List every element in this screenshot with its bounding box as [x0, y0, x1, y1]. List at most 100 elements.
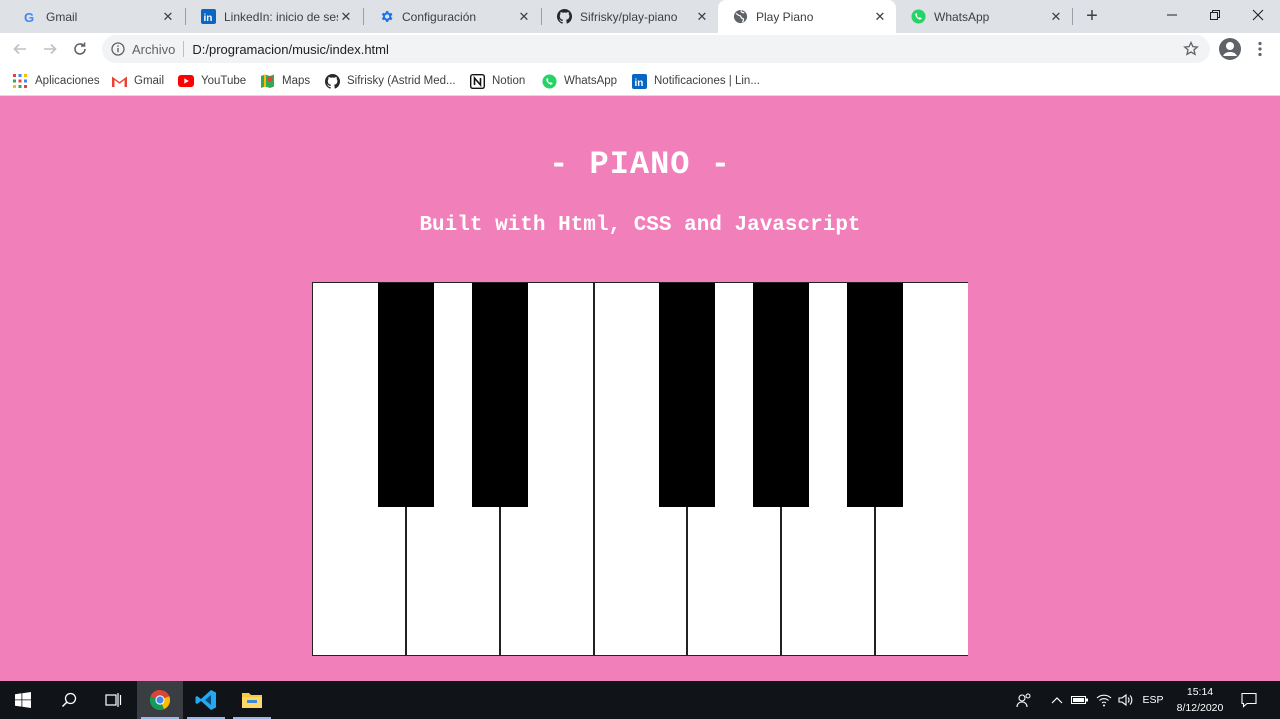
vscode-icon	[195, 690, 216, 710]
url-text[interactable]: D:/programacion/music/index.html	[192, 42, 389, 57]
close-icon[interactable]: ✕	[1048, 9, 1064, 25]
black-key[interactable]	[378, 283, 434, 507]
restore-icon	[1210, 10, 1220, 20]
bookmark-sifrisky[interactable]: Sifrisky (Astrid Med...	[324, 71, 456, 91]
browser-menu-button[interactable]	[1250, 37, 1270, 61]
bookmark-star-icon[interactable]	[1182, 40, 1200, 58]
bookmark-label: YouTube	[201, 75, 247, 87]
start-button[interactable]	[0, 681, 46, 719]
tab-title: Sifrisky/play-piano	[580, 9, 678, 24]
bookmark-notion[interactable]: Notion	[469, 71, 525, 91]
taskbar-file-explorer[interactable]	[229, 681, 275, 719]
gear-icon	[378, 9, 394, 25]
bookmark-youtube[interactable]: YouTube	[178, 71, 246, 91]
tab-play-piano[interactable]: Play Piano ✕	[718, 0, 896, 33]
account-icon	[1219, 38, 1241, 60]
profile-avatar[interactable]	[1218, 37, 1242, 61]
notion-icon	[469, 73, 485, 89]
tab-title: LinkedIn: inicio de sesión	[224, 9, 338, 24]
forward-button[interactable]	[38, 37, 62, 61]
bookmark-label: Notion	[492, 75, 526, 87]
reload-icon	[74, 42, 86, 55]
linkedin-icon: in	[200, 9, 216, 25]
language-label: ESP	[1142, 694, 1164, 706]
file-explorer-icon	[242, 693, 262, 708]
page-content: - PIANO - Built with Html, CSS and Javas…	[0, 96, 1280, 681]
github-icon	[556, 9, 572, 25]
bookmark-whatsapp[interactable]: WhatsApp	[541, 71, 617, 91]
back-button[interactable]	[8, 37, 32, 61]
chrome-icon	[149, 689, 171, 711]
linkedin-icon: in	[631, 73, 647, 89]
volume-icon[interactable]	[1115, 681, 1137, 719]
info-icon[interactable]	[110, 41, 126, 57]
windows-start-icon	[15, 692, 31, 708]
people-icon[interactable]	[1012, 681, 1036, 719]
notification-center-icon[interactable]	[1236, 681, 1262, 719]
minimize-button[interactable]	[1149, 0, 1195, 30]
bookmark-label: Gmail	[134, 75, 165, 87]
tab-title: WhatsApp	[934, 9, 990, 24]
tab-linkedin[interactable]: in LinkedIn: inicio de sesión ✕	[186, 0, 362, 33]
youtube-icon	[178, 73, 194, 89]
scheme-label: Archivo	[132, 41, 176, 57]
system-clock[interactable]: 15:14 8/12/2020	[1168, 684, 1232, 716]
new-tab-button[interactable]: +	[1081, 5, 1103, 27]
black-key[interactable]	[847, 283, 903, 507]
clock-time: 15:14	[1186, 686, 1214, 698]
bookmark-maps[interactable]: Maps	[259, 71, 310, 91]
black-key[interactable]	[659, 283, 715, 507]
taskbar-search-button[interactable]	[46, 681, 92, 719]
battery-icon[interactable]	[1069, 681, 1091, 719]
github-icon	[324, 73, 340, 89]
close-icon[interactable]: ✕	[872, 9, 888, 25]
tab-github[interactable]: Sifrisky/play-piano ✕	[542, 0, 718, 33]
taskbar-vscode[interactable]	[183, 681, 229, 719]
bookmarks-bar: Aplicaciones Gmail YouTube Maps Sifrisky…	[0, 65, 1280, 96]
bookmark-label: Sifrisky (Astrid Med...	[347, 75, 456, 87]
google-icon: G	[22, 9, 38, 25]
whatsapp-icon	[910, 9, 926, 25]
svg-text:G: G	[24, 10, 34, 24]
piano-keyboard	[312, 282, 968, 656]
close-icon[interactable]: ✕	[338, 9, 354, 25]
restore-button[interactable]	[1192, 0, 1238, 30]
chevron-up-icon[interactable]	[1048, 681, 1066, 719]
bookmark-label: Notificaciones | Lin...	[654, 75, 760, 87]
tab-title: Gmail	[46, 9, 78, 24]
tab-gmail[interactable]: G Gmail ✕	[8, 0, 184, 33]
browser-tab-strip: G Gmail ✕ in LinkedIn: inicio de sesión …	[0, 0, 1280, 33]
address-bar[interactable]: Archivo D:/programacion/music/index.html	[102, 35, 1210, 63]
bookmark-linkedin[interactable]: in Notificaciones | Lin...	[631, 71, 760, 91]
tab-settings[interactable]: Configuración ✕	[364, 0, 540, 33]
maps-icon	[259, 73, 275, 89]
svg-text:in: in	[203, 13, 212, 24]
input-language[interactable]: ESP	[1139, 681, 1167, 719]
close-icon	[1252, 9, 1264, 21]
taskbar-chrome[interactable]	[137, 681, 183, 719]
gmail-icon	[111, 73, 127, 89]
page-title: - PIANO -	[549, 146, 731, 183]
address-divider	[183, 41, 185, 57]
close-icon[interactable]: ✕	[160, 9, 176, 25]
windows-taskbar: ESP 15:14 8/12/2020	[0, 681, 1280, 719]
wifi-icon[interactable]	[1093, 681, 1115, 719]
clock-date: 8/12/2020	[1176, 702, 1224, 714]
tab-whatsapp[interactable]: WhatsApp ✕	[896, 0, 1072, 33]
close-icon[interactable]: ✕	[516, 9, 532, 25]
minimize-icon	[1167, 14, 1177, 16]
black-key[interactable]	[472, 283, 528, 507]
black-key[interactable]	[753, 283, 809, 507]
close-icon[interactable]: ✕	[694, 9, 710, 25]
close-window-button[interactable]	[1235, 0, 1280, 30]
task-view-button[interactable]	[90, 681, 136, 719]
tab-title: Configuración	[402, 9, 477, 24]
tab-title: Play Piano	[756, 9, 814, 24]
bookmark-gmail[interactable]: Gmail	[111, 71, 164, 91]
reload-button[interactable]	[68, 37, 92, 61]
search-icon	[61, 692, 77, 708]
bookmark-apps[interactable]: Aplicaciones	[12, 71, 100, 91]
browser-toolbar: Archivo D:/programacion/music/index.html	[0, 33, 1280, 65]
arrow-left-icon	[13, 43, 26, 55]
bookmark-label: WhatsApp	[564, 75, 618, 87]
